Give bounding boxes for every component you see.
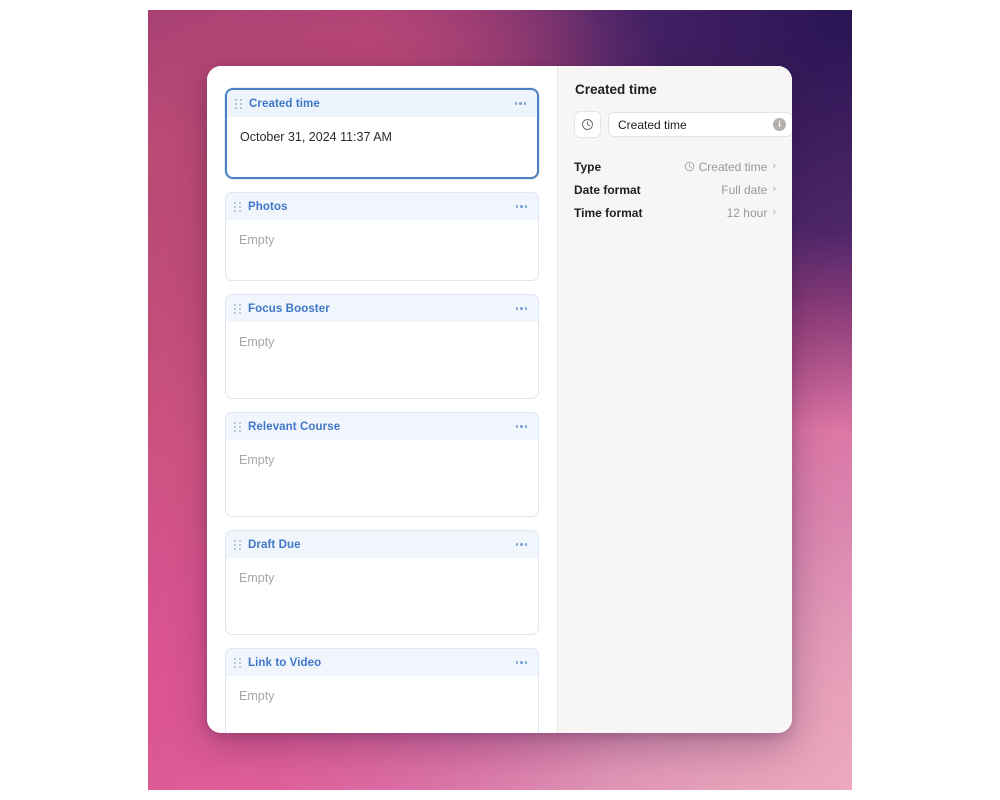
property-card-title: Photos <box>248 200 288 213</box>
more-horizontal-icon[interactable] <box>514 303 530 314</box>
property-name-input[interactable] <box>618 117 773 132</box>
property-card-header[interactable]: Draft Due <box>226 531 538 558</box>
option-value: Created time <box>698 159 768 174</box>
option-value-wrapper: Full date <box>641 182 768 197</box>
property-card-header[interactable]: Focus Booster <box>226 295 538 322</box>
option-label: Date format <box>574 182 641 197</box>
more-horizontal-icon[interactable] <box>514 421 530 432</box>
property-name-input-wrapper[interactable]: i <box>608 112 792 137</box>
property-card-title: Link to Video <box>248 656 322 669</box>
property-card-list[interactable]: Created time October 31, 2024 11:37 AM Pho… <box>225 88 539 733</box>
property-name-row: i <box>574 111 792 138</box>
option-row[interactable]: Type Created time › <box>574 155 776 178</box>
property-card[interactable]: Relevant Course Empty <box>225 412 539 517</box>
property-editor-dialog: Created time October 31, 2024 11:37 AM Pho… <box>207 66 792 733</box>
option-value: Full date <box>721 182 768 197</box>
property-card-empty-label: Empty <box>239 689 275 703</box>
property-card[interactable]: Draft Due Empty <box>225 530 539 635</box>
drag-handle-icon[interactable] <box>233 656 242 669</box>
property-card-body[interactable]: October 31, 2024 11:37 AM <box>227 117 537 177</box>
property-card-body[interactable]: Empty <box>226 322 538 398</box>
property-card-header[interactable]: Link to Video <box>226 649 538 676</box>
option-label: Time format <box>574 205 643 220</box>
panel-title: Created time <box>575 82 657 97</box>
property-card-empty-label: Empty <box>239 233 275 247</box>
option-value-wrapper: 12 hour <box>642 205 768 220</box>
clock-icon-button[interactable] <box>574 111 601 138</box>
property-card[interactable]: Photos Empty <box>225 192 539 281</box>
property-list-pane: Created time October 31, 2024 11:37 AM Pho… <box>207 66 557 733</box>
chevron-right-icon[interactable]: › <box>772 207 776 218</box>
property-card-header[interactable]: Photos <box>226 193 538 220</box>
property-card[interactable]: Link to Video Empty <box>225 648 539 733</box>
drag-handle-icon[interactable] <box>233 420 242 433</box>
drag-handle-icon[interactable] <box>234 97 243 110</box>
property-detail-pane: Created time i TypeCreated time›Date for… <box>557 66 792 733</box>
chevron-right-icon[interactable]: › <box>772 161 776 172</box>
clock-icon <box>582 119 593 130</box>
property-card-empty-label: Empty <box>239 571 275 585</box>
property-card-body[interactable]: Empty <box>226 676 538 733</box>
property-card-value: October 31, 2024 11:37 AM <box>240 130 392 144</box>
property-card-header[interactable]: Created time <box>227 90 537 117</box>
clock-icon <box>684 161 694 172</box>
property-card-header[interactable]: Relevant Course <box>226 413 538 440</box>
property-card-body[interactable]: Empty <box>226 220 538 280</box>
property-card[interactable]: Created time October 31, 2024 11:37 AM <box>225 88 539 179</box>
property-card[interactable]: Focus Booster Empty <box>225 294 539 399</box>
more-horizontal-icon[interactable] <box>514 201 530 212</box>
property-card-body[interactable]: Empty <box>226 440 538 516</box>
property-card-empty-label: Empty <box>239 335 275 349</box>
option-label: Type <box>574 159 602 174</box>
property-card-title: Focus Booster <box>248 302 330 315</box>
property-card-title: Draft Due <box>248 538 301 551</box>
property-options-list: Type Created time › Date format Full date › Ti… <box>574 155 776 224</box>
property-card-title: Relevant Course <box>248 420 341 433</box>
chevron-right-icon[interactable]: › <box>772 184 776 195</box>
drag-handle-icon[interactable] <box>233 538 242 551</box>
option-row[interactable]: Date format Full date › <box>574 178 776 201</box>
option-value-wrapper: Created time <box>601 160 767 174</box>
property-card-title: Created time <box>249 97 320 110</box>
info-icon[interactable]: i <box>773 118 786 131</box>
option-row[interactable]: Time format 12 hour › <box>574 201 776 224</box>
screen: Created time October 31, 2024 11:37 AM Pho… <box>0 0 1000 800</box>
more-horizontal-icon[interactable] <box>513 98 529 109</box>
more-horizontal-icon[interactable] <box>514 539 530 550</box>
more-horizontal-icon[interactable] <box>514 657 530 668</box>
drag-handle-icon[interactable] <box>233 302 242 315</box>
property-card-empty-label: Empty <box>239 453 275 467</box>
property-card-body[interactable]: Empty <box>226 558 538 634</box>
option-value: 12 hour <box>726 205 768 220</box>
drag-handle-icon[interactable] <box>233 200 242 213</box>
